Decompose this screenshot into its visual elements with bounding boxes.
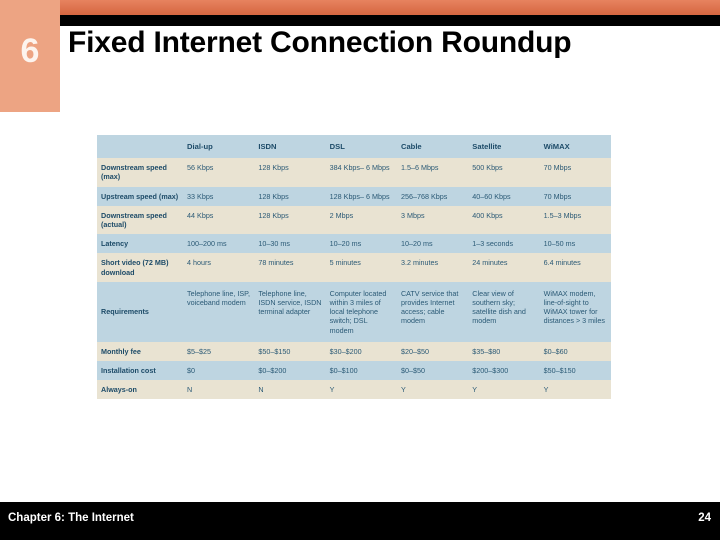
table-cell: 3.2 minutes — [396, 253, 469, 282]
chapter-number-block: 6 — [0, 0, 60, 112]
table-row-label: Requirements — [97, 281, 184, 342]
table-cell: $0–$100 — [325, 361, 397, 381]
footer-page-number: 24 — [698, 512, 711, 524]
table-cell: 384 Kbps– 6 Mbps — [325, 158, 397, 187]
table-cell: 500 Kbps — [468, 158, 540, 187]
table-cell: 128 Kbps — [254, 186, 326, 206]
table-row-label: Upstream speed (max) — [97, 186, 184, 206]
table-cell: WiMAX modem, line-of-sight to WiMAX towe… — [539, 281, 611, 342]
footer-chapter-label: Chapter 6: The Internet — [8, 512, 134, 524]
table-cell: 1.5–3 Mbps — [539, 205, 611, 235]
table-cell: N — [183, 380, 255, 400]
table-cell: Y — [325, 380, 397, 400]
table-cell: 3 Mbps — [396, 205, 469, 235]
table-cell: 10–30 ms — [254, 234, 326, 254]
table-cell: $50–$150 — [254, 341, 326, 362]
table-cell: $0 — [183, 361, 255, 381]
table-header-row: Dial-up ISDN DSL Cable Satellite WiMAX — [97, 135, 611, 159]
page-title: Fixed Internet Connection Roundup — [68, 26, 572, 59]
table-row-label: Downstream speed (actual) — [97, 205, 184, 235]
table-cell: $5–$25 — [183, 341, 255, 362]
table-row: Latency 100–200 ms 10–30 ms 10–20 ms 10–20 m… — [97, 234, 611, 254]
table-cell: Y — [396, 380, 469, 400]
table-cell: 1.5–6 Mbps — [396, 158, 469, 187]
table-cell: 1–3 seconds — [468, 234, 540, 254]
table-row: Downstream speed (actual) 44 Kbps 128 Kbps… — [97, 205, 611, 235]
table-cell: 128 Kbps– 6 Mbps — [325, 186, 397, 206]
table-header-blank — [97, 135, 184, 159]
table-header-satellite: Satellite — [468, 135, 540, 159]
table-cell: 128 Kbps — [254, 158, 326, 187]
table-head: Dial-up ISDN DSL Cable Satellite WiMAX — [97, 135, 611, 159]
table-cell: 100–200 ms — [183, 234, 255, 254]
table-cell: 6.4 minutes — [539, 253, 611, 282]
table-row: Short video (72 MB) download 4 hours 78 mi… — [97, 253, 611, 282]
table-row-label: Monthly fee — [97, 341, 184, 362]
table-row: Installation cost $0 $0–$200 $0–$100 $0–$50 $… — [97, 361, 611, 381]
table-cell: 5 minutes — [325, 253, 397, 282]
table-cell: 128 Kbps — [254, 205, 326, 235]
table-cell: $30–$200 — [325, 341, 397, 362]
table-cell: 40–60 Kbps — [468, 186, 540, 206]
table-cell: $0–$50 — [396, 361, 469, 381]
table-cell: 10–20 ms — [325, 234, 397, 254]
table-cell: CATV service that provides Internet acce… — [396, 281, 469, 342]
table-cell: 70 Mbps — [539, 186, 611, 206]
table-cell: 10–20 ms — [396, 234, 469, 254]
table-row: Requirements Telephone line, ISP, voiceba… — [97, 281, 611, 342]
table-cell: 10–50 ms — [539, 234, 611, 254]
table-row: Always-on N N Y Y Y Y — [97, 380, 611, 400]
table-cell: Y — [539, 380, 611, 400]
table-header-isdn: ISDN — [254, 135, 326, 159]
table-cell: $20–$50 — [396, 341, 469, 362]
table-cell: 400 Kbps — [468, 205, 540, 235]
table-header-cable: Cable — [396, 135, 469, 159]
table-cell: 4 hours — [183, 253, 255, 282]
table-cell: 24 minutes — [468, 253, 540, 282]
table-cell: N — [254, 380, 326, 400]
table-cell: $200–$300 — [468, 361, 540, 381]
table-cell: Telephone line, ISP, voiceband modem — [183, 281, 255, 342]
table-row-label: Latency — [97, 234, 184, 254]
table-row: Downstream speed (max) 56 Kbps 128 Kbps 384… — [97, 158, 611, 187]
table-cell: 56 Kbps — [183, 158, 255, 187]
table-row-label: Always-on — [97, 380, 184, 400]
table-body: Downstream speed (max) 56 Kbps 128 Kbps 384… — [97, 158, 611, 400]
table-cell: 2 Mbps — [325, 205, 397, 235]
table-row-label: Downstream speed (max) — [97, 158, 184, 187]
table-header-wimax: WiMAX — [539, 135, 611, 159]
table-cell: $35–$80 — [468, 341, 540, 362]
table-row-label: Installation cost — [97, 361, 184, 381]
table-cell: Y — [468, 380, 540, 400]
table-cell: Clear view of southern sky; satellite di… — [468, 281, 540, 342]
table-cell: 70 Mbps — [539, 158, 611, 187]
table-cell: 44 Kbps — [183, 205, 255, 235]
table-cell: 256–768 Kbps — [396, 186, 469, 206]
table-cell: $0–$200 — [254, 361, 326, 381]
connection-comparison-table: Dial-up ISDN DSL Cable Satellite WiMAX Downst… — [97, 135, 611, 400]
table-header-dial-up: Dial-up — [183, 135, 255, 159]
table-cell: 33 Kbps — [183, 186, 255, 206]
table-cell: $50–$150 — [539, 361, 611, 381]
table-header-dsl: DSL — [325, 135, 397, 159]
table-row: Monthly fee $5–$25 $50–$150 $30–$200 $20–$50… — [97, 341, 611, 362]
table-row-label: Short video (72 MB) download — [97, 253, 184, 282]
table-cell: 78 minutes — [254, 253, 326, 282]
chapter-number: 6 — [20, 32, 40, 70]
table-row: Upstream speed (max) 33 Kbps 128 Kbps 128 K… — [97, 186, 611, 206]
table-cell: Telephone line, ISDN service, ISDN termi… — [254, 281, 326, 342]
table-cell: $0–$60 — [539, 341, 611, 362]
table-cell: Computer located within 3 miles of local… — [325, 281, 397, 342]
